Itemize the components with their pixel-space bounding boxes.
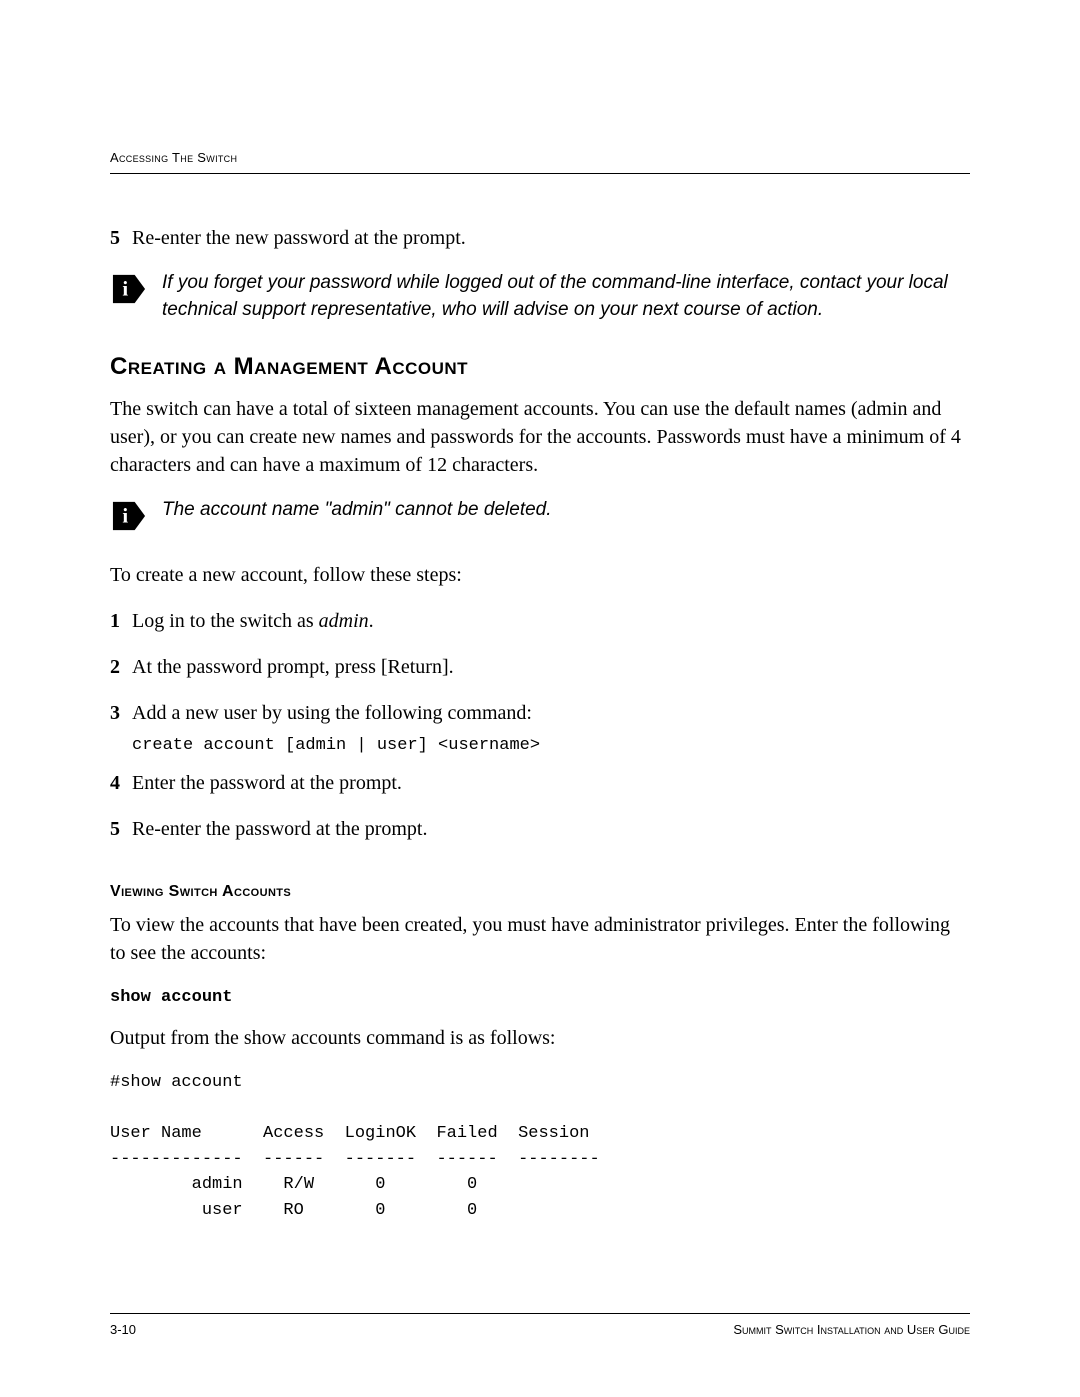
step-number: 2 bbox=[110, 653, 132, 681]
code-line: create account [admin | user] <username> bbox=[132, 733, 970, 759]
body-paragraph: Output from the show accounts command is… bbox=[110, 1024, 970, 1052]
code-line: show account bbox=[110, 985, 970, 1011]
text-fragment: Log in to the switch as bbox=[132, 610, 319, 632]
body-paragraph: To create a new account, follow these st… bbox=[110, 561, 970, 589]
list-item: 5 Re-enter the password at the prompt. bbox=[110, 815, 970, 843]
page-footer: 3-10 Summit Switch Installation and User… bbox=[110, 1313, 970, 1337]
text-fragment: . bbox=[369, 610, 374, 632]
step-number: 5 bbox=[110, 224, 132, 252]
list-item: 5 Re-enter the new password at the promp… bbox=[110, 224, 970, 252]
list-item: 2 At the password prompt, press [Return]… bbox=[110, 653, 970, 681]
section-heading: Creating a Management Account bbox=[110, 353, 970, 381]
page: Accessing The Switch 5 Re-enter the new … bbox=[0, 0, 1080, 1397]
step-number: 1 bbox=[110, 607, 132, 635]
step-number: 5 bbox=[110, 815, 132, 843]
step-text: Add a new user by using the following co… bbox=[132, 699, 970, 727]
note-text: The account name "admin" cannot be delet… bbox=[162, 497, 970, 524]
svg-text:i: i bbox=[122, 278, 128, 301]
footer-rule bbox=[110, 1313, 970, 1314]
note-text: If you forget your password while logged… bbox=[162, 270, 970, 323]
body-paragraph: The switch can have a total of sixteen m… bbox=[110, 395, 970, 479]
emphasis: admin bbox=[319, 610, 369, 632]
subsection-heading: Viewing Switch Accounts bbox=[110, 883, 970, 901]
step-text: Re-enter the new password at the prompt. bbox=[132, 224, 970, 252]
running-header: Accessing The Switch bbox=[110, 150, 970, 165]
list-item: 4 Enter the password at the prompt. bbox=[110, 769, 970, 797]
step-text: Log in to the switch as admin. bbox=[132, 607, 970, 635]
step-text: Re-enter the password at the prompt. bbox=[132, 815, 970, 843]
step-number: 3 bbox=[110, 699, 132, 727]
svg-text:i: i bbox=[122, 505, 128, 528]
step-number: 4 bbox=[110, 769, 132, 797]
info-icon: i bbox=[110, 272, 148, 306]
footer-title: Summit Switch Installation and User Guid… bbox=[733, 1322, 970, 1337]
body-paragraph: To view the accounts that have been crea… bbox=[110, 911, 970, 967]
page-number: 3-10 bbox=[110, 1322, 136, 1337]
header-rule bbox=[110, 173, 970, 174]
list-item: 3 Add a new user by using the following … bbox=[110, 699, 970, 727]
code-output: #show account User Name Access LoginOK F… bbox=[110, 1070, 970, 1223]
info-note: i The account name "admin" cannot be del… bbox=[110, 497, 970, 533]
info-note: i If you forget your password while logg… bbox=[110, 270, 970, 323]
step-text: At the password prompt, press [Return]. bbox=[132, 653, 970, 681]
list-item: 1 Log in to the switch as admin. bbox=[110, 607, 970, 635]
step-text: Enter the password at the prompt. bbox=[132, 769, 970, 797]
info-icon: i bbox=[110, 499, 148, 533]
